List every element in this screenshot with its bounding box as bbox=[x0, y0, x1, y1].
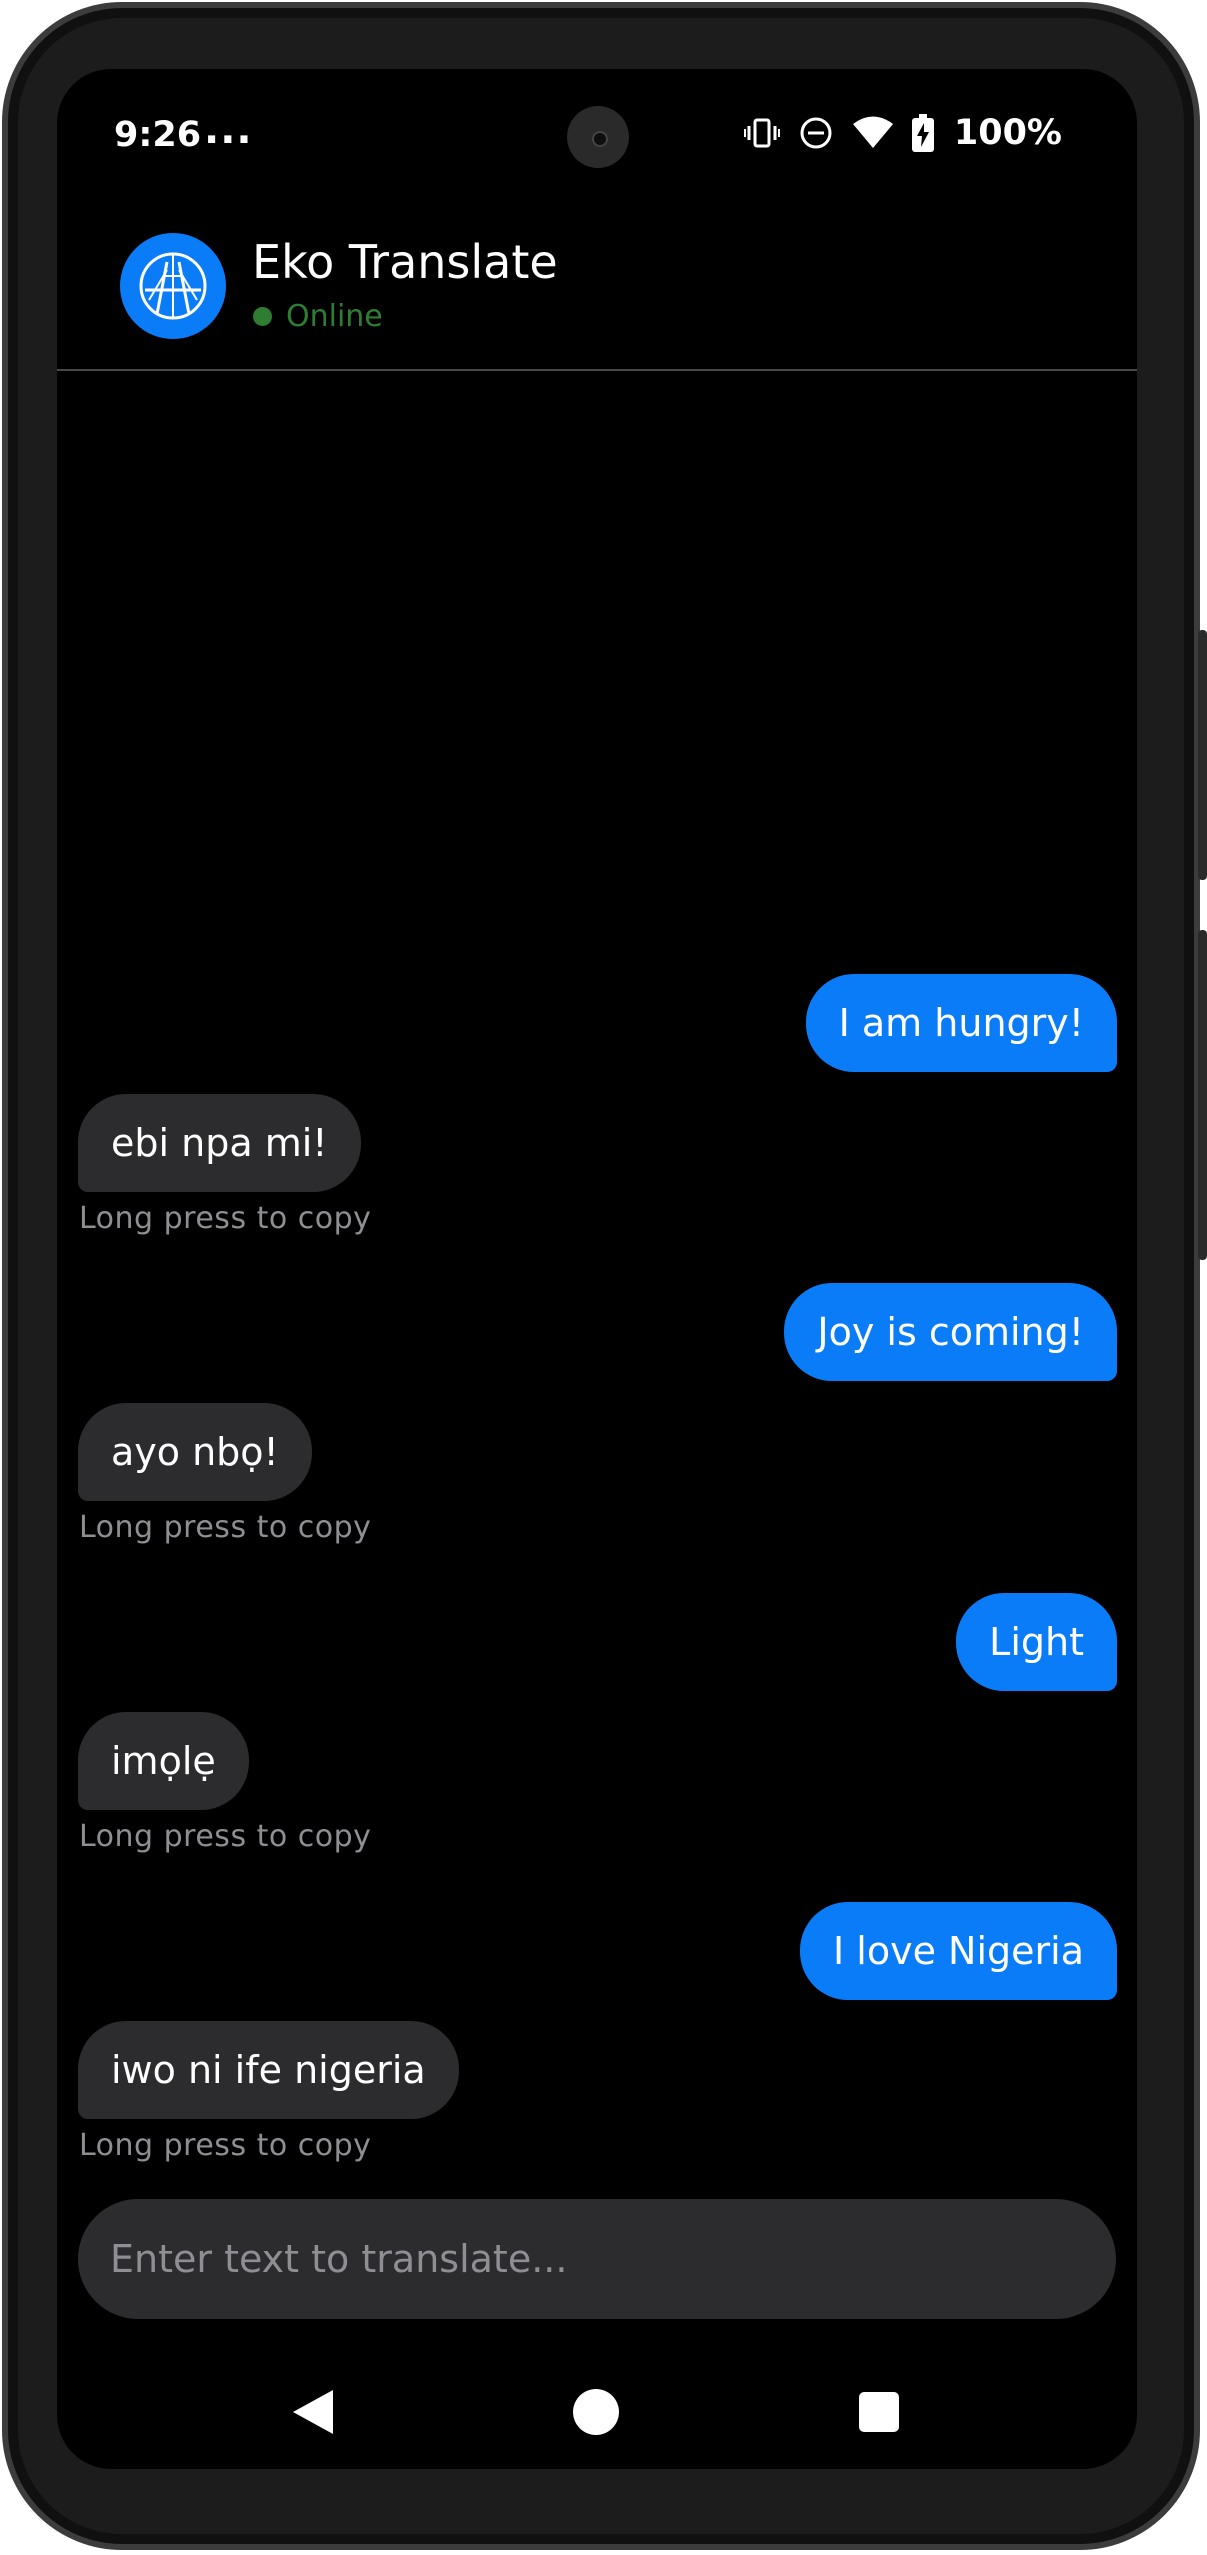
received-message-bubble[interactable]: ayo nbọ! bbox=[78, 1403, 312, 1501]
phone-device: 9:26 ... 100% Eko Translate Online I am … bbox=[0, 0, 1207, 2555]
sent-message-bubble[interactable]: Joy is coming! bbox=[784, 1283, 1117, 1381]
home-button[interactable] bbox=[546, 2359, 646, 2469]
recents-button[interactable] bbox=[829, 2359, 929, 2469]
received-message-bubble[interactable]: iwo ni ife nigeria bbox=[78, 2021, 459, 2119]
copy-hint: Long press to copy bbox=[79, 1510, 372, 1545]
screen: 9:26 ... 100% Eko Translate Online I am … bbox=[57, 69, 1137, 2469]
sent-message-bubble[interactable]: I am hungry! bbox=[805, 974, 1117, 1072]
copy-hint: Long press to copy bbox=[79, 1819, 372, 1854]
translate-input-bar[interactable] bbox=[78, 2199, 1116, 2319]
system-nav-bar bbox=[57, 2359, 1137, 2469]
received-message-bubble[interactable]: ebi npa mi! bbox=[78, 1094, 361, 1192]
sent-message-bubble[interactable]: Light bbox=[956, 1593, 1117, 1691]
message-list[interactable]: I am hungry! ebi npa mi! Long press to c… bbox=[57, 69, 1137, 2469]
power-button bbox=[1198, 630, 1207, 880]
home-icon bbox=[572, 2388, 620, 2440]
translate-input[interactable] bbox=[78, 2199, 1116, 2319]
copy-hint: Long press to copy bbox=[79, 1201, 372, 1236]
back-button[interactable] bbox=[264, 2359, 364, 2469]
volume-button bbox=[1198, 930, 1207, 1260]
sent-message-bubble[interactable]: I love Nigeria bbox=[800, 1902, 1117, 2000]
copy-hint: Long press to copy bbox=[79, 2128, 372, 2163]
received-message-bubble[interactable]: imọlẹ bbox=[78, 1712, 249, 1810]
back-icon bbox=[291, 2388, 337, 2440]
recents-icon bbox=[858, 2391, 900, 2437]
